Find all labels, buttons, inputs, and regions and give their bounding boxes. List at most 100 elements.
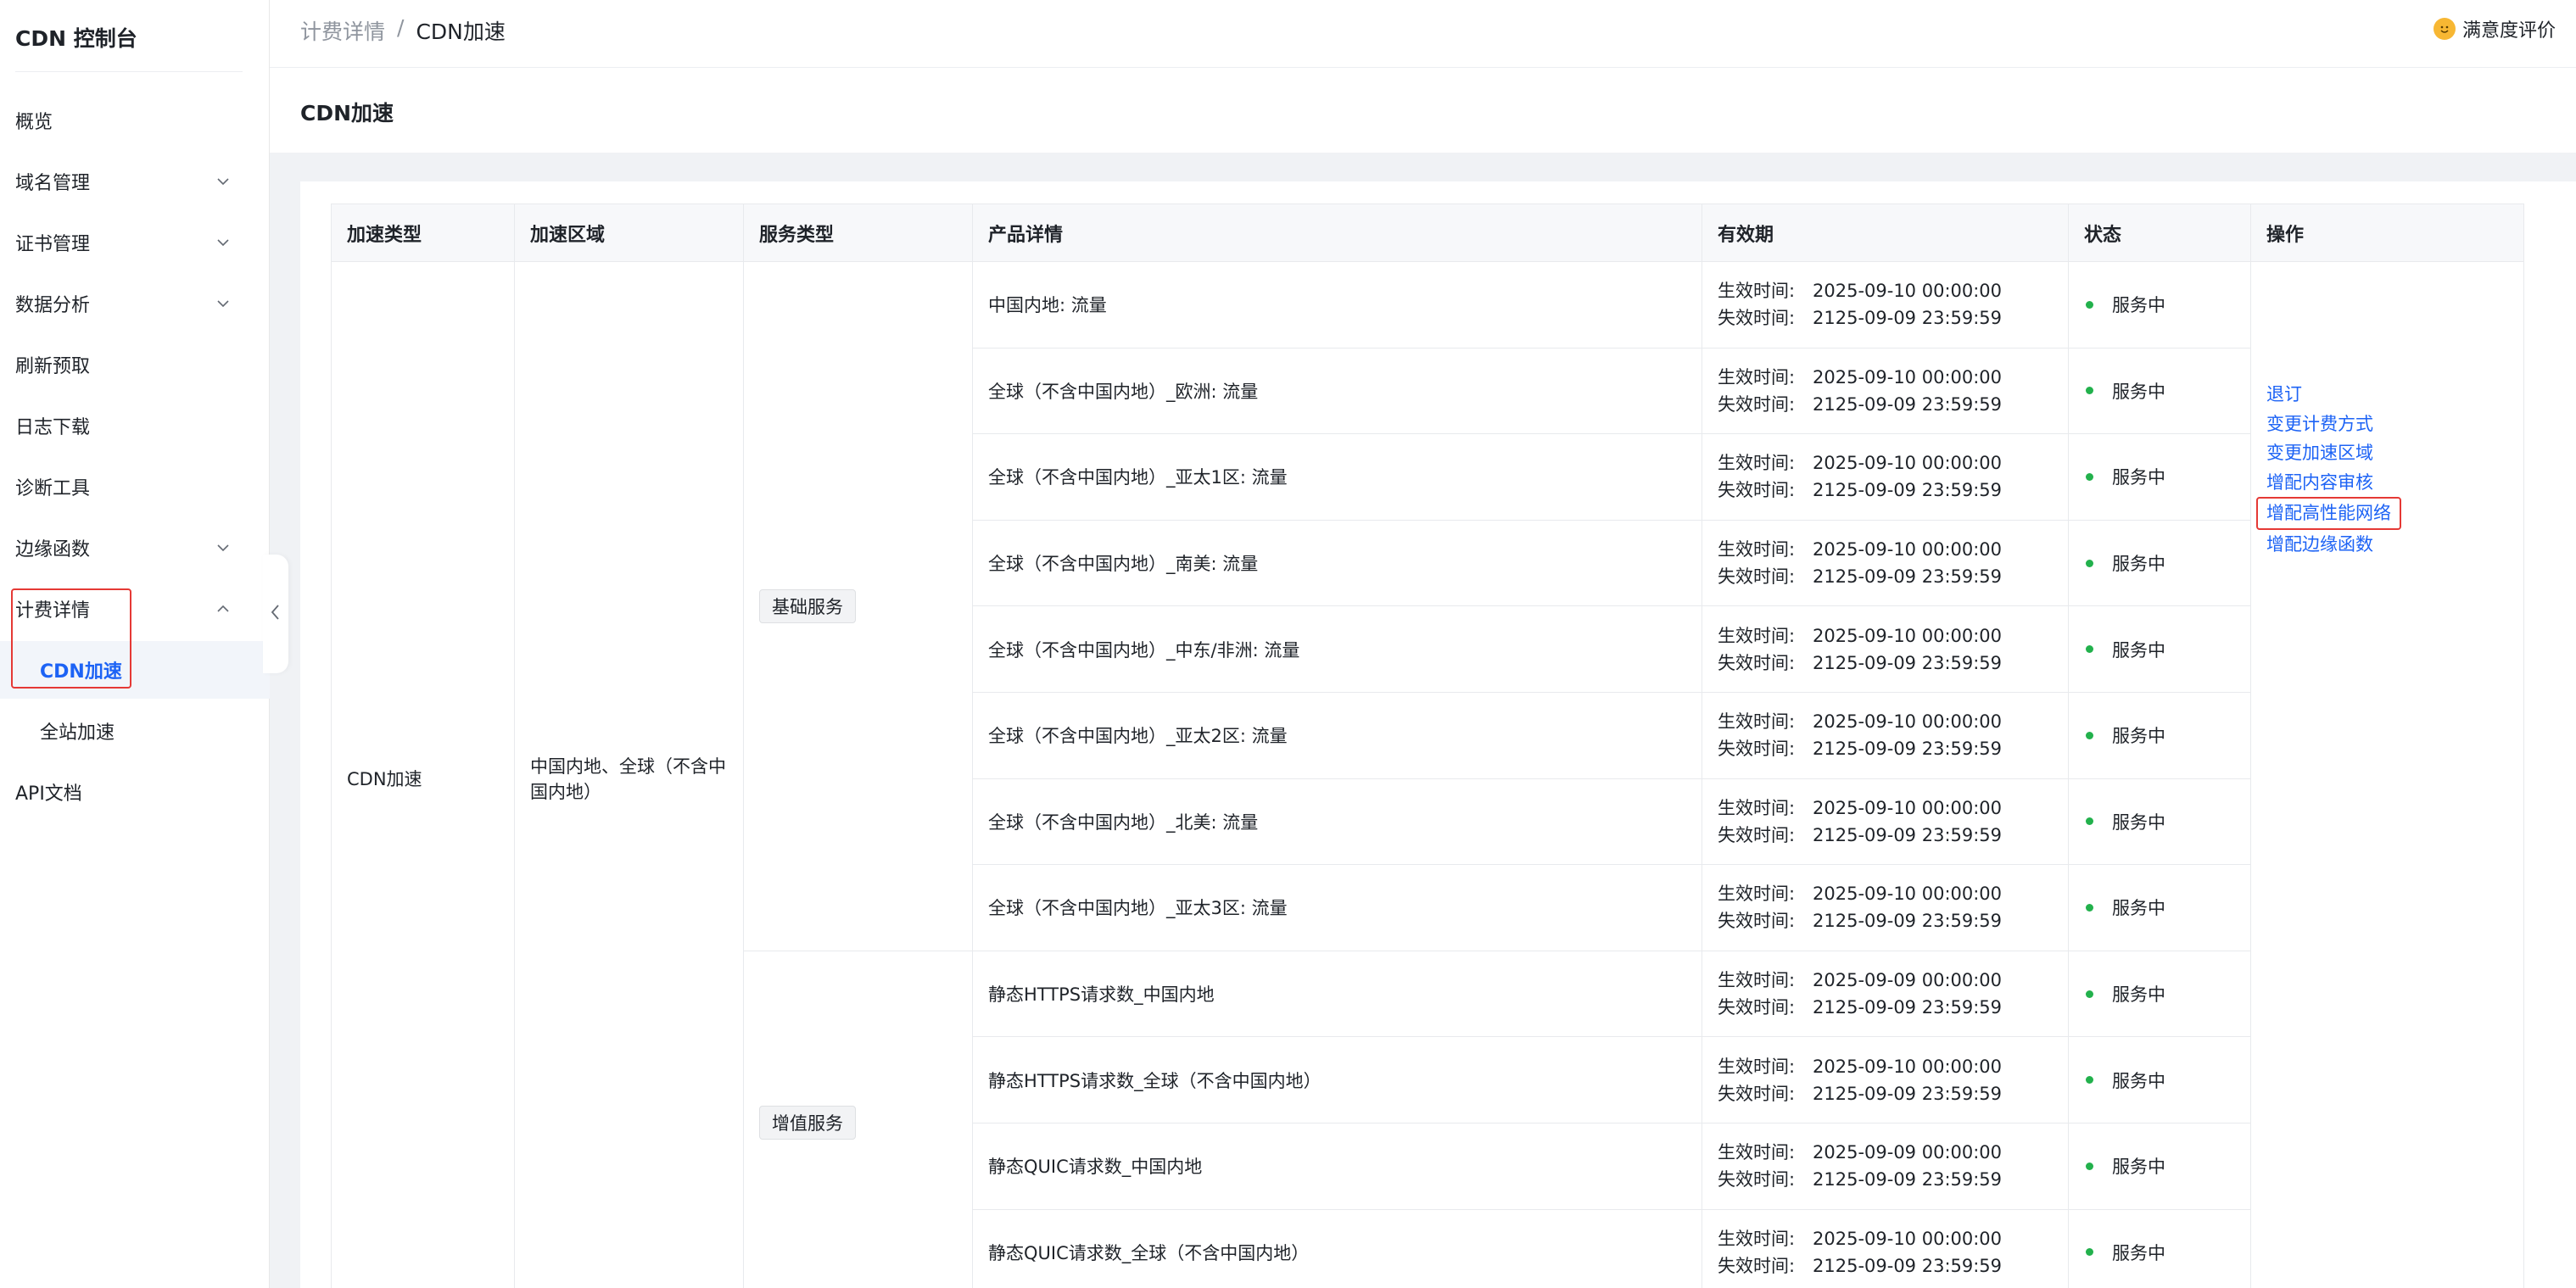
validity-cell: 生效时间: 2025-09-10 00:00:00 失效时间: 2125-09-09 … <box>1702 433 2069 521</box>
sidebar-item-analytics[interactable]: 数据分析 <box>0 278 254 329</box>
billing-card: 加速类型 加速区域 服务类型 产品详情 有效期 状态 操作 CDN加速 中国内地… <box>300 181 2576 1288</box>
chevron-left-icon <box>269 603 282 625</box>
status-cell: 服务中 <box>2068 1208 2251 1288</box>
operations-cell: 退订 变更计费方式 变更加速区域 增配内容审核 增配高性能网络 增配边缘函数 <box>2250 260 2524 1288</box>
column-header: 加速区域 <box>514 204 744 262</box>
sidebar-item-label: 概览 <box>15 112 53 133</box>
status-dot-icon <box>2086 387 2093 395</box>
satisfaction-rating-button[interactable]: 满意度评价 <box>2433 15 2556 42</box>
status-cell: 服务中 <box>2068 1036 2251 1124</box>
status-cell: 服务中 <box>2068 864 2251 951</box>
validity-cell: 生效时间: 2025-09-10 00:00:00 失效时间: 2125-09-09 … <box>1702 347 2069 435</box>
sidebar-item-diagnostics[interactable]: 诊断工具 <box>0 461 254 512</box>
sidebar-item-api-docs[interactable]: API文档 <box>0 767 254 817</box>
validity-cell: 生效时间: 2025-09-09 00:00:00 失效时间: 2125-09-09 … <box>1702 1122 2069 1210</box>
product-cell: 全球（不含中国内地）_欧洲: 流量 <box>972 347 1702 435</box>
column-header: 有效期 <box>1702 204 2069 262</box>
top-bar: 计费详情 / CDN加速 满意度评价 <box>270 0 2576 68</box>
status-cell: 服务中 <box>2068 433 2251 521</box>
column-header: 操作 <box>2250 204 2524 262</box>
add-content-moderation-link[interactable]: 增配内容审核 <box>2266 468 2508 498</box>
sidebar-item-label: 日志下载 <box>15 417 91 438</box>
smile-icon <box>2433 18 2456 40</box>
add-high-performance-network-link[interactable]: 增配高性能网络 <box>2256 497 2401 530</box>
column-header: 状态 <box>2068 204 2251 262</box>
change-accel-region-link[interactable]: 变更加速区域 <box>2266 438 2508 468</box>
breadcrumb-separator: / <box>397 15 405 40</box>
product-cell: 全球（不含中国内地）_亚太1区: 流量 <box>972 433 1702 521</box>
product-cell: 全球（不含中国内地）_北美: 流量 <box>972 778 1702 866</box>
service-type-cell: 增值服务 <box>743 950 973 1288</box>
sidebar-item-label: 边缘函数 <box>15 539 91 560</box>
rating-label: 满意度评价 <box>2461 20 2556 42</box>
status-text: 服务中 <box>2112 381 2165 402</box>
status-dot-icon <box>2086 1076 2093 1084</box>
product-cell: 全球（不含中国内地）_亚太3区: 流量 <box>972 864 1702 951</box>
status-text: 服务中 <box>2112 898 2165 919</box>
status-cell: 服务中 <box>2068 347 2251 435</box>
collapse-sidebar-button[interactable] <box>263 555 288 673</box>
table-row: CDN加速 中国内地、全球（不含中国内地） 基础服务 中国内地: 流量 生效时间… <box>331 260 2524 1288</box>
validity-cell: 生效时间: 2025-09-10 00:00:00 失效时间: 2125-09-09 … <box>1702 691 2069 779</box>
sidebar-subitem-dcdn[interactable]: 全站加速 <box>0 702 270 760</box>
column-header: 加速类型 <box>331 204 515 262</box>
status-dot-icon <box>2086 559 2093 567</box>
status-dot-icon <box>2086 731 2093 739</box>
sidebar-item-label: 诊断工具 <box>15 478 91 499</box>
service-type-cell: 基础服务 <box>743 261 973 951</box>
sidebar-item-edge-functions[interactable]: 边缘函数 <box>0 522 254 573</box>
product-cell: 静态QUIC请求数_中国内地 <box>972 1122 1702 1210</box>
status-dot-icon <box>2086 300 2093 309</box>
highlight-box <box>11 588 131 689</box>
status-text: 服务中 <box>2112 811 2165 833</box>
validity-cell: 生效时间: 2025-09-10 00:00:00 失效时间: 2125-09-09 … <box>1702 1036 2069 1124</box>
column-header: 服务类型 <box>743 204 973 262</box>
table-header-row: 加速类型 加速区域 服务类型 产品详情 有效期 状态 操作 <box>331 204 2524 262</box>
add-edge-functions-link[interactable]: 增配边缘函数 <box>2266 530 2508 560</box>
status-cell: 服务中 <box>2068 778 2251 866</box>
validity-cell: 生效时间: 2025-09-10 00:00:00 失效时间: 2125-09-09 … <box>1702 261 2069 348</box>
product-cell: 全球（不含中国内地）_南美: 流量 <box>972 519 1702 607</box>
product-cell: 中国内地: 流量 <box>972 261 1702 348</box>
sidebar-item-overview[interactable]: 概览 <box>0 95 254 146</box>
unsubscribe-link[interactable]: 退订 <box>2266 380 2508 410</box>
chevron-down-icon <box>215 522 231 573</box>
sidebar-item-label: 刷新预取 <box>15 356 91 377</box>
status-text: 服务中 <box>2112 554 2165 575</box>
validity-cell: 生效时间: 2025-09-10 00:00:00 失效时间: 2125-09-09 … <box>1702 1208 2069 1288</box>
status-text: 服务中 <box>2112 984 2165 1006</box>
sidebar-item-logs[interactable]: 日志下载 <box>0 400 254 451</box>
sidebar-item-label: 域名管理 <box>15 173 91 194</box>
validity-cell: 生效时间: 2025-09-10 00:00:00 失效时间: 2125-09-09 … <box>1702 864 2069 951</box>
status-cell: 服务中 <box>2068 691 2251 779</box>
status-dot-icon <box>2086 1162 2093 1170</box>
sidebar-item-refresh[interactable]: 刷新预取 <box>0 339 254 390</box>
chevron-down-icon <box>215 278 231 329</box>
service-tag: 增值服务 <box>759 1106 856 1140</box>
product-cell: 全球（不含中国内地）_亚太2区: 流量 <box>972 691 1702 779</box>
breadcrumb-item-billing[interactable]: 计费详情 <box>300 15 385 46</box>
sidebar-item-domain[interactable]: 域名管理 <box>0 156 254 207</box>
status-text: 服务中 <box>2112 1242 2165 1263</box>
status-dot-icon <box>2086 903 2093 912</box>
accel-region-cell: 中国内地、全球（不含中国内地） <box>514 260 744 1288</box>
status-dot-icon <box>2086 645 2093 654</box>
breadcrumb-item-current: CDN加速 <box>416 20 506 44</box>
sidebar-item-cert[interactable]: 证书管理 <box>0 217 254 268</box>
product-cell: 全球（不含中国内地）_中东/非洲: 流量 <box>972 605 1702 693</box>
validity-cell: 生效时间: 2025-09-09 00:00:00 失效时间: 2125-09-09 … <box>1702 950 2069 1038</box>
product-cell: 静态QUIC请求数_全球（不含中国内地） <box>972 1208 1702 1288</box>
page-header: CDN加速 <box>270 68 2576 153</box>
product-cell: 静态HTTPS请求数_全球（不含中国内地） <box>972 1036 1702 1124</box>
service-tag: 基础服务 <box>759 588 856 623</box>
sidebar-subitem-label: 全站加速 <box>40 722 115 744</box>
sidebar-item-label: API文档 <box>15 783 82 805</box>
status-cell: 服务中 <box>2068 519 2251 607</box>
chevron-up-icon <box>215 583 231 634</box>
divider <box>15 71 243 72</box>
status-text: 服务中 <box>2112 639 2165 661</box>
status-dot-icon <box>2086 472 2093 481</box>
status-dot-icon <box>2086 1248 2093 1257</box>
change-billing-method-link[interactable]: 变更计费方式 <box>2266 410 2508 439</box>
status-text: 服务中 <box>2112 726 2165 747</box>
